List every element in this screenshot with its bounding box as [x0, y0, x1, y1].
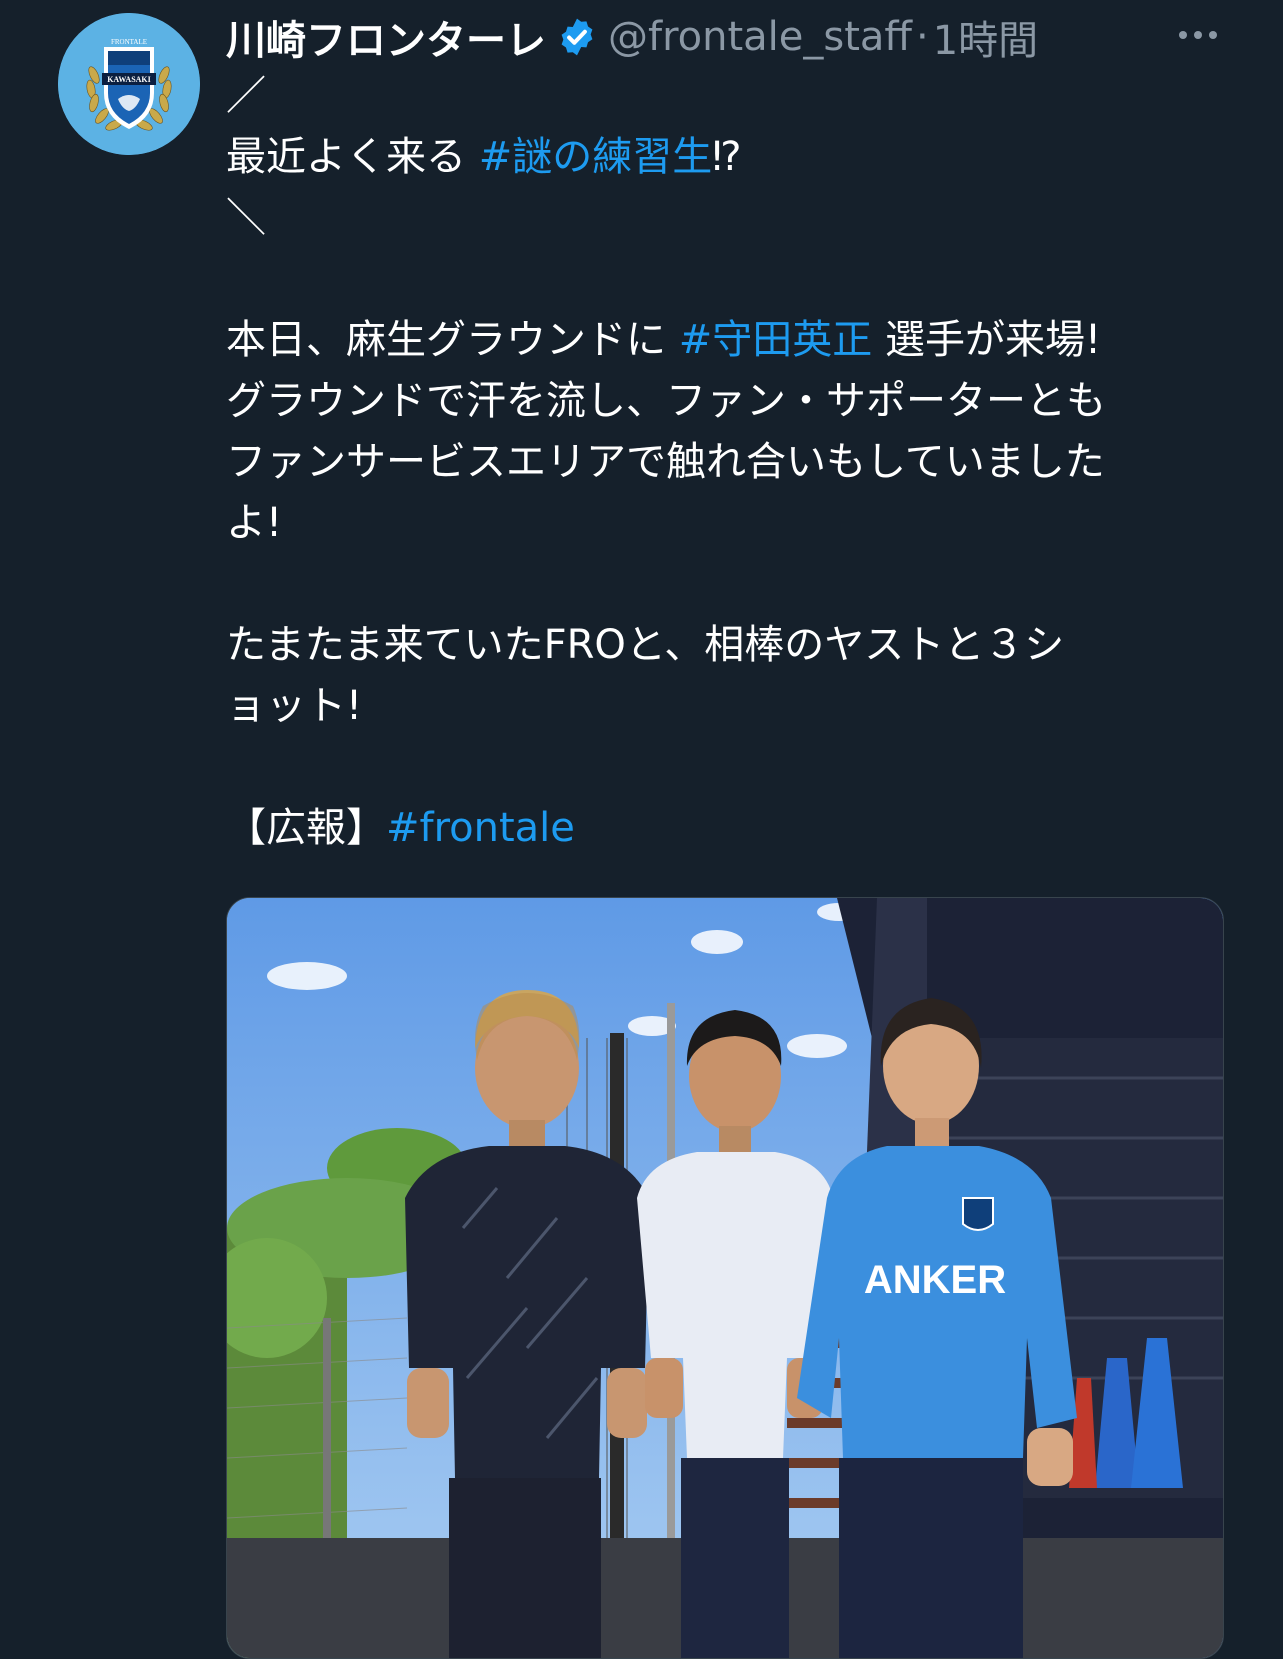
- more-options-icon[interactable]: [1168, 20, 1228, 50]
- tweet-line: 本日、麻生グラウンドに #守田英正 選手が来場!: [226, 310, 1216, 371]
- tweet-line: ＼: [226, 188, 1216, 249]
- avatar-arc-text: FRONTALE: [111, 38, 147, 46]
- tweet-text-segment: グラウンドで汗を流し、ファン・サポーターとも: [226, 378, 1106, 424]
- tweet-line: ファンサービスエリアで触れ合いもしていました: [226, 432, 1216, 493]
- tweet-text-segment: ⁉: [712, 134, 742, 180]
- tweet-text-segment: ＼: [226, 195, 266, 241]
- hashtag-link[interactable]: #謎の練習生: [479, 134, 713, 180]
- tweet-line: ョット!: [226, 676, 1216, 737]
- tweet-header: 川崎フロンターレ @frontale_staff · 1時間: [226, 6, 1038, 68]
- tweet-text-segment: よ!: [226, 500, 283, 546]
- shirt-text: ANKER: [864, 1258, 1006, 1302]
- display-name[interactable]: 川崎フロンターレ: [226, 8, 546, 66]
- tweet-text-segment: 最近よく来る: [226, 134, 479, 180]
- tweet-text-segment: ョット!: [226, 683, 363, 729]
- tweet-line: ／: [226, 66, 1216, 127]
- user-handle[interactable]: @frontale_staff: [608, 14, 912, 60]
- tweet-text-segment: 本日、麻生グラウンドに: [226, 317, 679, 363]
- dot-separator: ·: [915, 14, 929, 60]
- tweet-line: グラウンドで汗を流し、ファン・サポーターとも: [226, 371, 1216, 432]
- tweet-line: 【広報】#frontale: [226, 798, 1216, 859]
- tweet-photo[interactable]: ANKER: [226, 897, 1224, 1659]
- avatar[interactable]: KAWASAKI FRONTALE: [58, 13, 200, 155]
- tweet-text-segment: ファンサービスエリアで触れ合いもしていました: [226, 439, 1105, 485]
- tweet-line: 最近よく来る #謎の練習生⁉: [226, 127, 1216, 188]
- verified-badge-icon: [561, 18, 593, 56]
- timestamp[interactable]: 1時間: [933, 8, 1038, 66]
- tweet-line: たまたま来ていたFROと、相棒のヤストと３シ: [226, 615, 1216, 676]
- tweet-text: ／ 最近よく来る #謎の練習生⁉ ＼ 本日、麻生グラウンドに #守田英正 選手が来場!…: [226, 66, 1216, 859]
- tweet-text-segment: ／: [226, 73, 266, 119]
- hashtag-link[interactable]: #frontale: [386, 805, 575, 851]
- avatar-band-text: KAWASAKI: [107, 75, 151, 84]
- tweet-line: よ!: [226, 493, 1216, 554]
- tweet-text-segment: 選手が来場!: [872, 317, 1101, 363]
- tweet-text-segment: たまたま来ていたFROと、相棒のヤストと３シ: [226, 622, 1065, 668]
- tweet-text-segment: 【広報】: [226, 805, 386, 851]
- hashtag-link[interactable]: #守田英正: [679, 317, 873, 363]
